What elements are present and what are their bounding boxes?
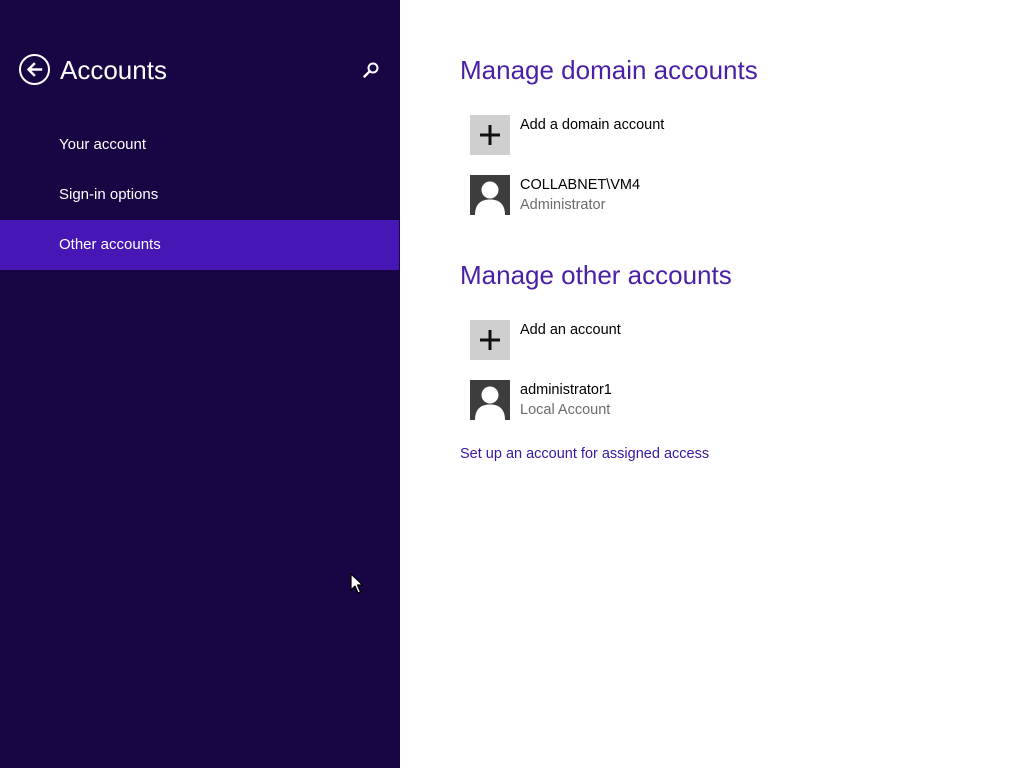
account-item[interactable]: administrator1 Local Account (470, 380, 970, 422)
back-arrow-icon (26, 62, 43, 77)
add-account-button[interactable]: Add an account (470, 320, 970, 362)
account-name: administrator1 (520, 382, 612, 398)
main-content: Manage domain accounts Add a domain acco… (400, 0, 1024, 768)
user-icon (475, 386, 505, 420)
other-accounts-heading: Manage other accounts (460, 260, 732, 290)
search-icon (363, 62, 379, 78)
sidebar-item-your-account[interactable]: Your account (0, 120, 399, 170)
plus-icon (480, 125, 500, 145)
sidebar: Accounts Your account Sign-in options Ot… (0, 0, 400, 768)
avatar (470, 175, 510, 215)
avatar (470, 380, 510, 420)
sidebar-item-other-accounts[interactable]: Other accounts (0, 220, 399, 270)
add-tile[interactable] (470, 115, 510, 155)
assigned-access-link[interactable]: Set up an account for assigned access (460, 446, 709, 462)
account-role: Local Account (520, 402, 611, 418)
add-account-label[interactable]: Add an account (520, 322, 621, 338)
settings-window: Accounts Your account Sign-in options Ot… (0, 0, 1024, 768)
sidebar-item-sign-in-options[interactable]: Sign-in options (0, 170, 399, 220)
back-button[interactable] (19, 54, 50, 85)
add-domain-account-button[interactable]: Add a domain account (470, 115, 970, 157)
sidebar-item-label: Other accounts (59, 236, 161, 253)
sidebar-item-label: Your account (59, 136, 147, 153)
account-item[interactable]: COLLABNET\VM4 Administrator (470, 175, 970, 217)
add-tile[interactable] (470, 320, 510, 360)
plus-icon (480, 330, 500, 350)
account-name: COLLABNET\VM4 (520, 177, 641, 193)
search-button[interactable] (360, 60, 382, 82)
domain-accounts-heading: Manage domain accounts (460, 55, 758, 85)
page-title: Accounts (60, 55, 167, 85)
user-icon (475, 181, 505, 215)
add-domain-account-label[interactable]: Add a domain account (520, 117, 664, 133)
sidebar-item-label: Sign-in options (59, 186, 159, 203)
account-role: Administrator (520, 197, 606, 213)
